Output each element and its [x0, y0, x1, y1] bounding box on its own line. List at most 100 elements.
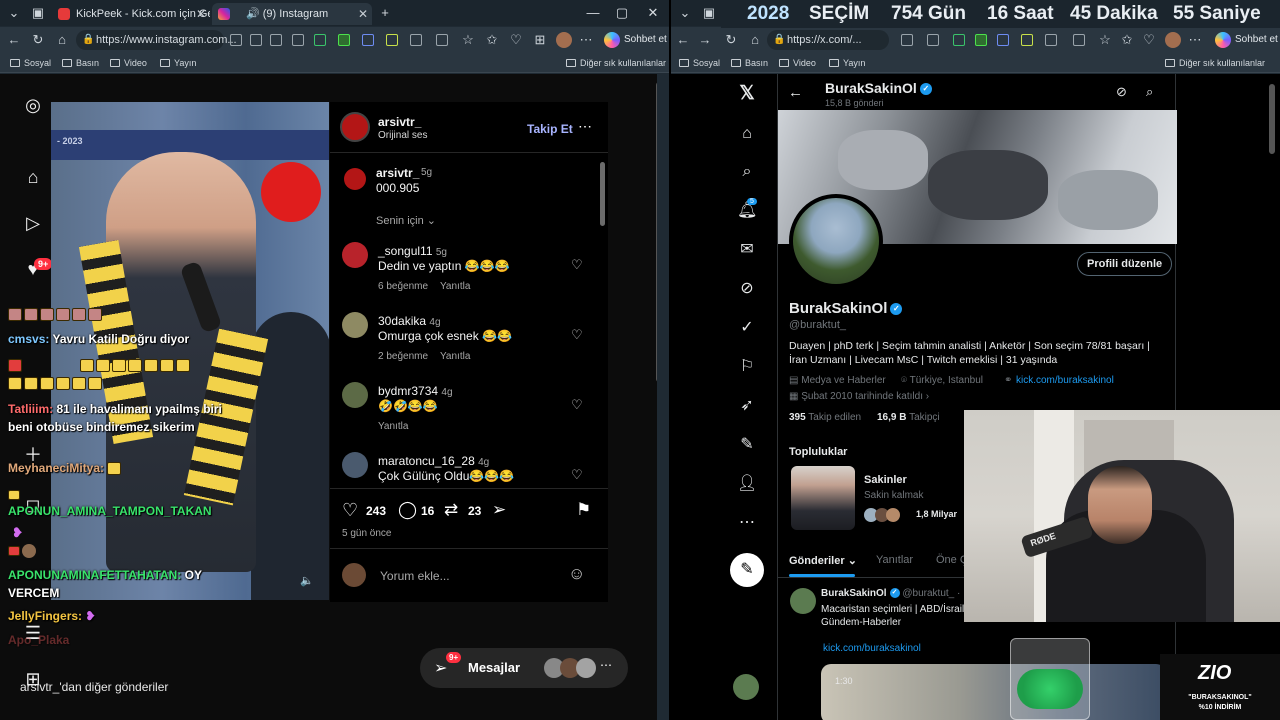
tab-replies[interactable]: Yanıtlar: [876, 554, 913, 566]
extension-icon[interactable]: [386, 34, 398, 46]
like-icon[interactable]: ♡: [342, 500, 358, 521]
favorites-icon[interactable]: ✩: [1119, 31, 1135, 49]
like-comment-icon[interactable]: ♡: [571, 467, 583, 483]
grok-icon[interactable]: ⊘: [1116, 84, 1127, 100]
instagram-logo-icon[interactable]: ◎: [22, 94, 44, 116]
profile-avatar[interactable]: [789, 194, 883, 288]
page-scrollbar[interactable]: [1269, 84, 1275, 154]
volume-icon[interactable]: 🔈: [300, 574, 314, 587]
profile-avatar[interactable]: [1165, 32, 1181, 48]
like-comment-icon[interactable]: ♡: [571, 327, 583, 343]
caption-avatar[interactable]: [344, 168, 366, 190]
messages-icon[interactable]: ✉: [737, 240, 757, 260]
favorite-folder-basin[interactable]: Basın: [731, 53, 768, 73]
extension-icon[interactable]: [927, 34, 939, 46]
forward-icon[interactable]: →: [697, 31, 713, 49]
new-tab-button[interactable]: +: [374, 3, 396, 23]
home-icon[interactable]: ⌂: [22, 166, 44, 188]
back-arrow-icon[interactable]: ←: [788, 84, 803, 101]
extension-icon[interactable]: [250, 34, 262, 46]
post-author[interactable]: arsivtr_: [378, 115, 421, 129]
x-logo-icon[interactable]: 𝕏: [737, 84, 757, 104]
followers-link[interactable]: 16,9 B Takipçi: [877, 412, 940, 423]
account-avatar[interactable]: [733, 674, 759, 700]
maximize-icon[interactable]: ▢: [611, 3, 633, 23]
extension-icon[interactable]: [410, 34, 422, 46]
reply-button[interactable]: Yanıtla: [440, 351, 470, 362]
save-bookmark-icon[interactable]: ⚑: [576, 500, 591, 520]
community-name[interactable]: Sakinler: [864, 474, 907, 486]
reel-video[interactable]: - 2023: [51, 102, 329, 600]
tab-kickpeek[interactable]: KickPeek - Kick.com için Gerçek Za ✕: [52, 3, 210, 25]
comment-avatar[interactable]: [342, 452, 368, 478]
post-video[interactable]: 1:30: [821, 664, 1166, 720]
comment-avatar[interactable]: [342, 242, 368, 268]
workspaces-icon[interactable]: ▣: [701, 4, 717, 22]
comment-user[interactable]: bydmr3734 4g: [378, 384, 453, 398]
split-screen-icon[interactable]: [1073, 34, 1085, 46]
verified-orgs-icon[interactable]: ✓: [737, 318, 757, 338]
tab-actions-icon[interactable]: ⌄: [677, 4, 693, 22]
comment-avatar[interactable]: [342, 312, 368, 338]
follow-button[interactable]: Takip Et: [527, 122, 573, 136]
post-avatar[interactable]: [790, 588, 816, 614]
favorite-folder-sosyal[interactable]: Sosyal: [10, 53, 51, 73]
back-icon[interactable]: ←: [675, 31, 691, 49]
favorites-star-icon[interactable]: ☆: [460, 31, 476, 49]
messages-button[interactable]: ➢ 9+ Mesajlar ⋯: [420, 648, 628, 688]
other-favorites[interactable]: Diğer sık kullanılanlar: [566, 53, 666, 73]
close-tab-icon[interactable]: ✕: [358, 3, 368, 25]
other-favorites[interactable]: Diğer sık kullanılanlar: [1165, 53, 1265, 73]
extension-icon[interactable]: [338, 34, 350, 46]
page-scrollbar[interactable]: [656, 82, 657, 382]
profile-icon[interactable]: 👤︎: [737, 474, 757, 494]
more-icon[interactable]: ⋯: [578, 31, 594, 49]
audio-label[interactable]: Orijinal ses: [378, 130, 427, 141]
home-icon[interactable]: ⌂: [54, 31, 70, 49]
home-icon[interactable]: ⌂: [737, 124, 757, 144]
tab-instagram[interactable]: 🔊 (9) Instagram ✕: [212, 3, 372, 25]
search-icon[interactable]: ⌕: [1146, 84, 1153, 100]
shield-icon[interactable]: ♡: [508, 31, 524, 49]
reload-icon[interactable]: ↻: [723, 31, 739, 49]
following-link[interactable]: 395 Takip edilen: [789, 412, 861, 423]
more-posts-label[interactable]: arsivtr_'dan diğer gönderiler: [20, 680, 168, 694]
favorites-star-icon[interactable]: ☆: [1097, 31, 1113, 49]
favorite-folder-yayin[interactable]: Yayın: [829, 53, 865, 73]
copilot-button[interactable]: Sohbet et: [1215, 31, 1278, 49]
comment-input[interactable]: Yorum ekle...: [380, 569, 450, 583]
author-avatar[interactable]: [340, 112, 370, 142]
comment-sort[interactable]: Senin için ⌄: [376, 214, 436, 227]
speaker-icon[interactable]: 🔊: [246, 8, 260, 20]
favorite-folder-video[interactable]: Video: [110, 53, 147, 73]
reply-button[interactable]: Yanıtla: [378, 421, 408, 432]
bookmarks-icon[interactable]: ⚐: [737, 357, 757, 377]
minimize-icon[interactable]: —: [582, 3, 604, 23]
extension-icon[interactable]: [1045, 34, 1057, 46]
extension-icon[interactable]: [230, 34, 242, 46]
address-bar[interactable]: 🔒 https://x.com/...: [767, 30, 889, 50]
comment-icon[interactable]: ◯: [398, 500, 417, 520]
tab-posts[interactable]: Gönderiler ⌄: [789, 554, 857, 567]
comment-likes[interactable]: 2 beğenme: [378, 351, 428, 362]
favorites-icon[interactable]: ✩: [484, 31, 500, 49]
comment-user[interactable]: 30dakika 4g: [378, 314, 441, 328]
more-icon[interactable]: ⋯: [737, 513, 757, 533]
close-window-icon[interactable]: ✕: [642, 3, 664, 23]
extension-icon[interactable]: [1021, 34, 1033, 46]
like-comment-icon[interactable]: ♡: [571, 257, 583, 273]
post-compose-button[interactable]: ✎: [730, 553, 764, 587]
edit-profile-button[interactable]: Profili düzenle: [1077, 252, 1173, 276]
emoji-icon[interactable]: ☺: [568, 564, 585, 584]
more-options-icon[interactable]: ⋯: [578, 118, 592, 135]
caption-user[interactable]: arsivtr_: [376, 166, 419, 180]
communities-icon[interactable]: ✎: [737, 435, 757, 455]
repost-icon[interactable]: ⇄: [444, 500, 458, 520]
extension-icon[interactable]: [292, 34, 304, 46]
reels-icon[interactable]: ▷: [22, 212, 44, 234]
share-icon[interactable]: ➢: [492, 500, 506, 520]
comment-avatar[interactable]: [342, 382, 368, 408]
favorite-folder-basin[interactable]: Basın: [62, 53, 99, 73]
collections-icon[interactable]: ⊞: [532, 31, 548, 49]
community-image[interactable]: [791, 466, 855, 530]
